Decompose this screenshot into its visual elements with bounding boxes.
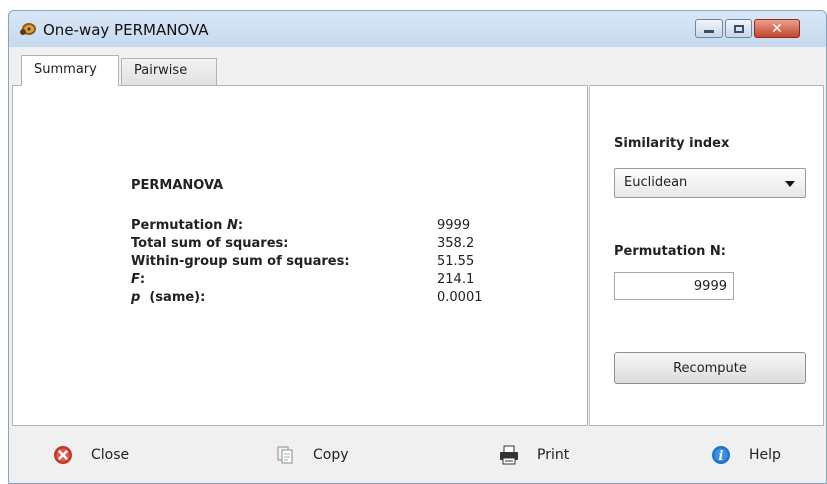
window-title: One-way PERMANOVA — [43, 21, 209, 39]
print-button[interactable]: Print — [499, 444, 569, 466]
tab-pairwise[interactable]: Pairwise — [121, 58, 217, 85]
within-ss-value: 51.55 — [437, 254, 475, 269]
permutation-n-input[interactable] — [614, 272, 734, 300]
copy-icon — [277, 446, 293, 464]
close-circle-icon — [54, 446, 72, 464]
title-bar[interactable]: One-way PERMANOVA ✕ — [9, 11, 826, 47]
permanova-window: One-way PERMANOVA ✕ Summary Pairwise PER… — [8, 10, 827, 484]
permutation-n-value: 9999 — [437, 218, 471, 233]
permutation-n-field-label: Permutation N: — [614, 244, 727, 259]
recompute-label: Recompute — [673, 360, 747, 376]
minimize-button[interactable] — [695, 19, 723, 38]
printer-icon — [500, 445, 518, 465]
svg-text:i: i — [719, 449, 724, 464]
maximize-button[interactable] — [725, 19, 752, 38]
bottom-toolbar: Close Copy Print i Help — [9, 426, 826, 483]
recompute-button[interactable]: Recompute — [614, 352, 806, 384]
within-ss-label: Within-group sum of squares: — [131, 254, 350, 269]
client-area: Summary Pairwise PERMANOVA Permutation N… — [9, 47, 826, 483]
p-value-value: 0.0001 — [437, 290, 483, 305]
similarity-index-value: Euclidean — [624, 175, 688, 190]
results-heading: PERMANOVA — [131, 178, 224, 193]
help-button[interactable]: i Help — [711, 444, 781, 466]
f-stat-value: 214.1 — [437, 272, 475, 287]
options-panel: Similarity index Euclidean Permutation N… — [589, 85, 824, 426]
total-ss-label: Total sum of squares: — [131, 236, 289, 251]
help-label: Help — [749, 447, 781, 463]
close-label: Close — [91, 447, 130, 463]
close-x-icon: ✕ — [771, 20, 783, 37]
tab-summary[interactable]: Summary — [21, 55, 119, 86]
window-close-button[interactable]: ✕ — [754, 19, 800, 38]
chevron-down-icon — [785, 181, 795, 187]
print-label: Print — [537, 447, 570, 463]
minimize-icon — [704, 30, 714, 33]
app-icon — [20, 23, 36, 35]
f-stat-label: F: — [131, 272, 146, 287]
copy-button[interactable]: Copy — [275, 444, 349, 466]
tab-summary-label: Summary — [34, 62, 97, 77]
similarity-index-label: Similarity index — [614, 136, 730, 151]
info-icon: i — [712, 446, 730, 464]
close-button[interactable]: Close — [53, 444, 129, 466]
permutation-n-label: Permutation N: — [131, 218, 244, 233]
p-value-label: p (same): — [131, 290, 206, 305]
tab-pairwise-label: Pairwise — [134, 63, 188, 78]
maximize-icon — [733, 24, 744, 33]
total-ss-value: 358.2 — [437, 236, 475, 251]
similarity-index-select[interactable]: Euclidean — [614, 168, 806, 198]
copy-label: Copy — [313, 447, 349, 463]
summary-panel: PERMANOVA Permutation N: 9999 Total sum … — [12, 85, 588, 426]
